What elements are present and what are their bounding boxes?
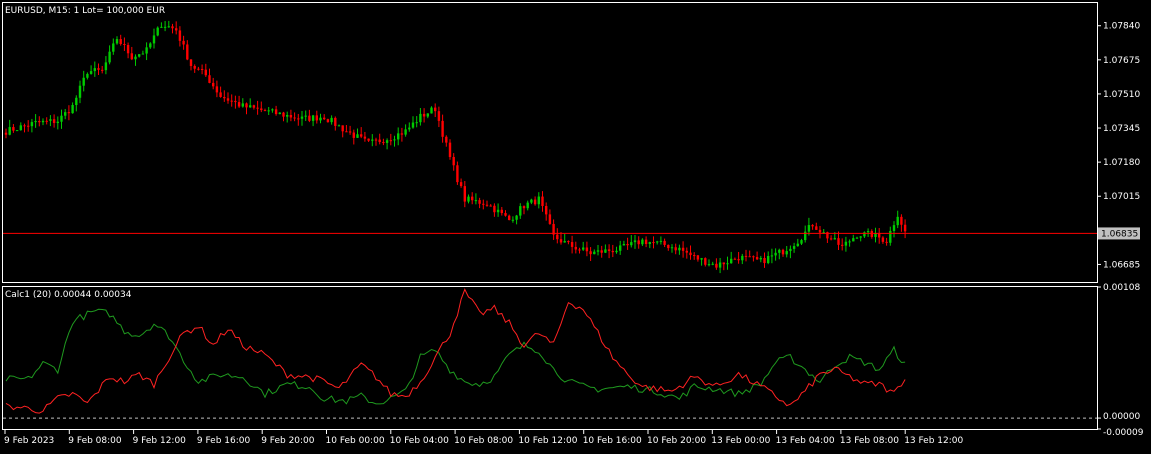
time-tick-label: 13 Feb 04:00 xyxy=(776,436,835,446)
chart-canvas[interactable]: 1.07840 1.07675 1.07510 1.07345 1.07180 1.070… xyxy=(0,0,1151,450)
time-tick-label: 9 Feb 2023 xyxy=(4,436,54,446)
trading-chart[interactable]: 1.07840 1.07675 1.07510 1.07345 1.07180 1.070… xyxy=(0,0,1151,450)
price-tick-label: 1.07675 xyxy=(1103,56,1140,66)
price-tick-label: 1.07510 xyxy=(1103,90,1140,100)
price-tick-label: 1.07345 xyxy=(1103,124,1140,134)
time-tick-label: 13 Feb 12:00 xyxy=(904,436,963,446)
time-tick-label: 10 Feb 00:00 xyxy=(326,436,385,446)
main-panel-title: EURUSD, M15: 1 Lot= 100,000 EUR xyxy=(5,6,165,16)
time-tick-label: 10 Feb 12:00 xyxy=(518,436,577,446)
indicator-panel-title: Calc1 (20) 0.00044 0.00034 xyxy=(5,290,132,300)
indicator-tick-label: 0.00108 xyxy=(1103,283,1140,293)
time-tick-label: 9 Feb 12:00 xyxy=(133,436,187,446)
indicator-tick-label: -0.00009 xyxy=(1103,428,1144,438)
candle[interactable] xyxy=(15,130,19,132)
candle[interactable] xyxy=(156,26,159,37)
time-tick-label: 9 Feb 08:00 xyxy=(68,436,122,446)
time-tick-label: 10 Feb 16:00 xyxy=(583,436,642,446)
current-price-label: 1.06835 xyxy=(1101,229,1138,239)
price-tick-label: 1.06685 xyxy=(1103,260,1140,270)
time-tick-label: 13 Feb 08:00 xyxy=(840,436,899,446)
time-tick-label: 10 Feb 04:00 xyxy=(390,436,449,446)
time-tick-label: 10 Feb 20:00 xyxy=(647,436,706,446)
price-tick-label: 1.07015 xyxy=(1103,192,1140,202)
time-tick-label: 10 Feb 08:00 xyxy=(454,436,513,446)
price-tick-label: 1.07840 xyxy=(1103,22,1140,32)
candle[interactable] xyxy=(326,118,330,123)
price-tick-label: 1.07180 xyxy=(1103,158,1140,168)
time-tick-label: 9 Feb 20:00 xyxy=(261,436,315,446)
indicator-tick-label: 0.00000 xyxy=(1103,412,1140,422)
time-tick-label: 9 Feb 16:00 xyxy=(197,436,251,446)
time-tick-label: 13 Feb 00:00 xyxy=(711,436,770,446)
